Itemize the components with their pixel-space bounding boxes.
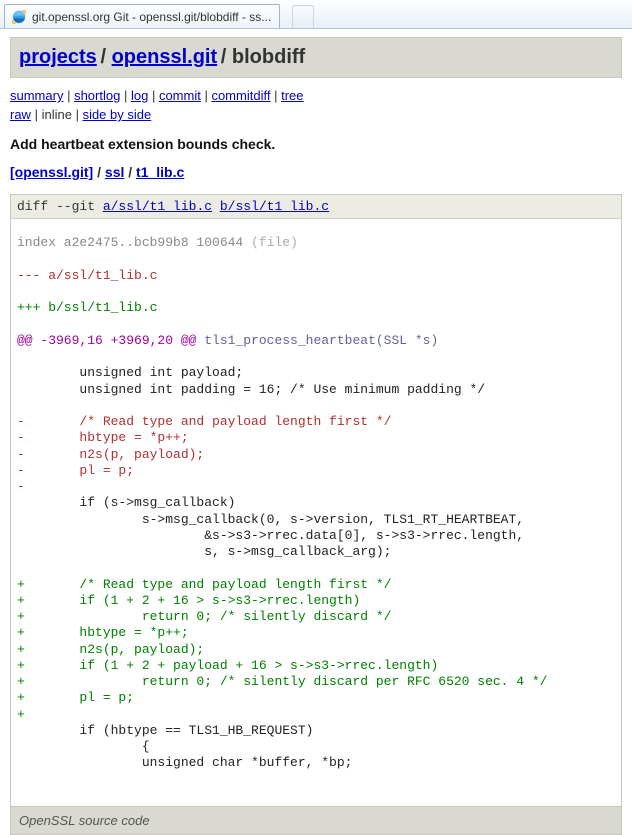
diff-line: unsigned int payload; [11,365,621,381]
nav-commit[interactable]: commit [159,88,201,103]
ie-icon [11,9,27,25]
diff-line: unsigned int padding = 16; /* Use minimu… [11,382,621,398]
diff-line: s, s->msg_callback_arg); [11,544,621,560]
diff-line: { [11,739,621,755]
diff-header: diff --git a/ssl/t1_lib.c b/ssl/t1_lib.c [11,195,621,219]
nav-summary[interactable]: summary [10,88,63,103]
header-action: blobdiff [232,46,305,68]
diff-line: + if (1 + 2 + 16 > s->s3->rrec.length) [11,593,621,609]
diff-line: - pl = p; [11,463,621,479]
nav-inline: inline [42,107,72,122]
header-bar: projects / openssl.git / blobdiff [10,37,622,78]
path-file[interactable]: t1_lib.c [136,164,184,180]
nav-shortlog[interactable]: shortlog [74,88,120,103]
nav-raw[interactable]: raw [10,107,31,122]
diff-file-plus: +++ b/ssl/t1_lib.c [11,300,621,316]
tab-title: git.openssl.org Git - openssl.git/blobdi… [32,10,271,24]
diff-line: + hbtype = *p++; [11,625,621,641]
diff-index-line: index a2e2475..bcb99b8 100644 (file) [11,235,621,251]
nav-log[interactable]: log [131,88,148,103]
diff-line: - [11,479,621,495]
diff-line: + /* Read type and payload length first … [11,577,621,593]
diff-line: + [11,707,621,723]
diff-line: &s->s3->rrec.data[0], s->s3->rrec.length… [11,528,621,544]
nav-sbs[interactable]: side by side [83,107,152,122]
browser-tab-bar: git.openssl.org Git - openssl.git/blobdi… [0,0,632,29]
diff-body: index a2e2475..bcb99b8 100644 (file) ---… [11,219,621,806]
nav-commitdiff[interactable]: commitdiff [211,88,270,103]
footer: OpenSSL source code [10,807,622,835]
browser-tab[interactable]: git.openssl.org Git - openssl.git/blobdi… [4,4,280,28]
diff-line: + pl = p; [11,690,621,706]
diff-line: unsigned char *buffer, *bp; [11,755,621,771]
diff-line: + return 0; /* silently discard */ [11,609,621,625]
diff-line: - hbtype = *p++; [11,430,621,446]
header-sep: / [221,46,232,68]
page-content: projects / openssl.git / blobdiff summar… [0,29,632,835]
diff-container: diff --git a/ssl/t1_lib.c b/ssl/t1_lib.c… [10,194,622,807]
path-dir[interactable]: ssl [105,164,124,180]
header-sep: / [100,46,111,68]
nav-links-2: raw | inline | side by side [10,107,622,122]
diff-line: if (s->msg_callback) [11,495,621,511]
diff-line: + if (1 + 2 + payload + 16 > s->s3->rrec… [11,658,621,674]
nav-tree[interactable]: tree [281,88,303,103]
repo-link[interactable]: openssl.git [112,46,218,68]
diff-line: s->msg_callback(0, s->version, TLS1_RT_H… [11,512,621,528]
diff-line [11,398,621,414]
diff-file-minus: --- a/ssl/t1_lib.c [11,268,621,284]
new-tab-button[interactable] [292,5,314,28]
nav-links-1: summary | shortlog | log | commit | comm… [10,88,622,103]
diff-line [11,560,621,576]
commit-title: Add heartbeat extension bounds check. [10,136,622,152]
path-breadcrumb: [openssl.git] / ssl / t1_lib.c [10,164,622,180]
diff-line: + return 0; /* silently discard per RFC … [11,674,621,690]
diff-line: - /* Read type and payload length first … [11,414,621,430]
projects-link[interactable]: projects [19,46,97,68]
path-root[interactable]: [openssl.git] [10,164,93,180]
diff-hunk-header: @@ -3969,16 +3969,20 @@ tls1_process_hea… [11,333,621,349]
diff-file-a[interactable]: a/ssl/t1_lib.c [103,199,212,214]
diff-header-prefix: diff --git [17,199,103,214]
diff-line: - n2s(p, payload); [11,447,621,463]
diff-file-b[interactable]: b/ssl/t1_lib.c [220,199,329,214]
diff-line: if (hbtype == TLS1_HB_REQUEST) [11,723,621,739]
diff-line: + n2s(p, payload); [11,642,621,658]
